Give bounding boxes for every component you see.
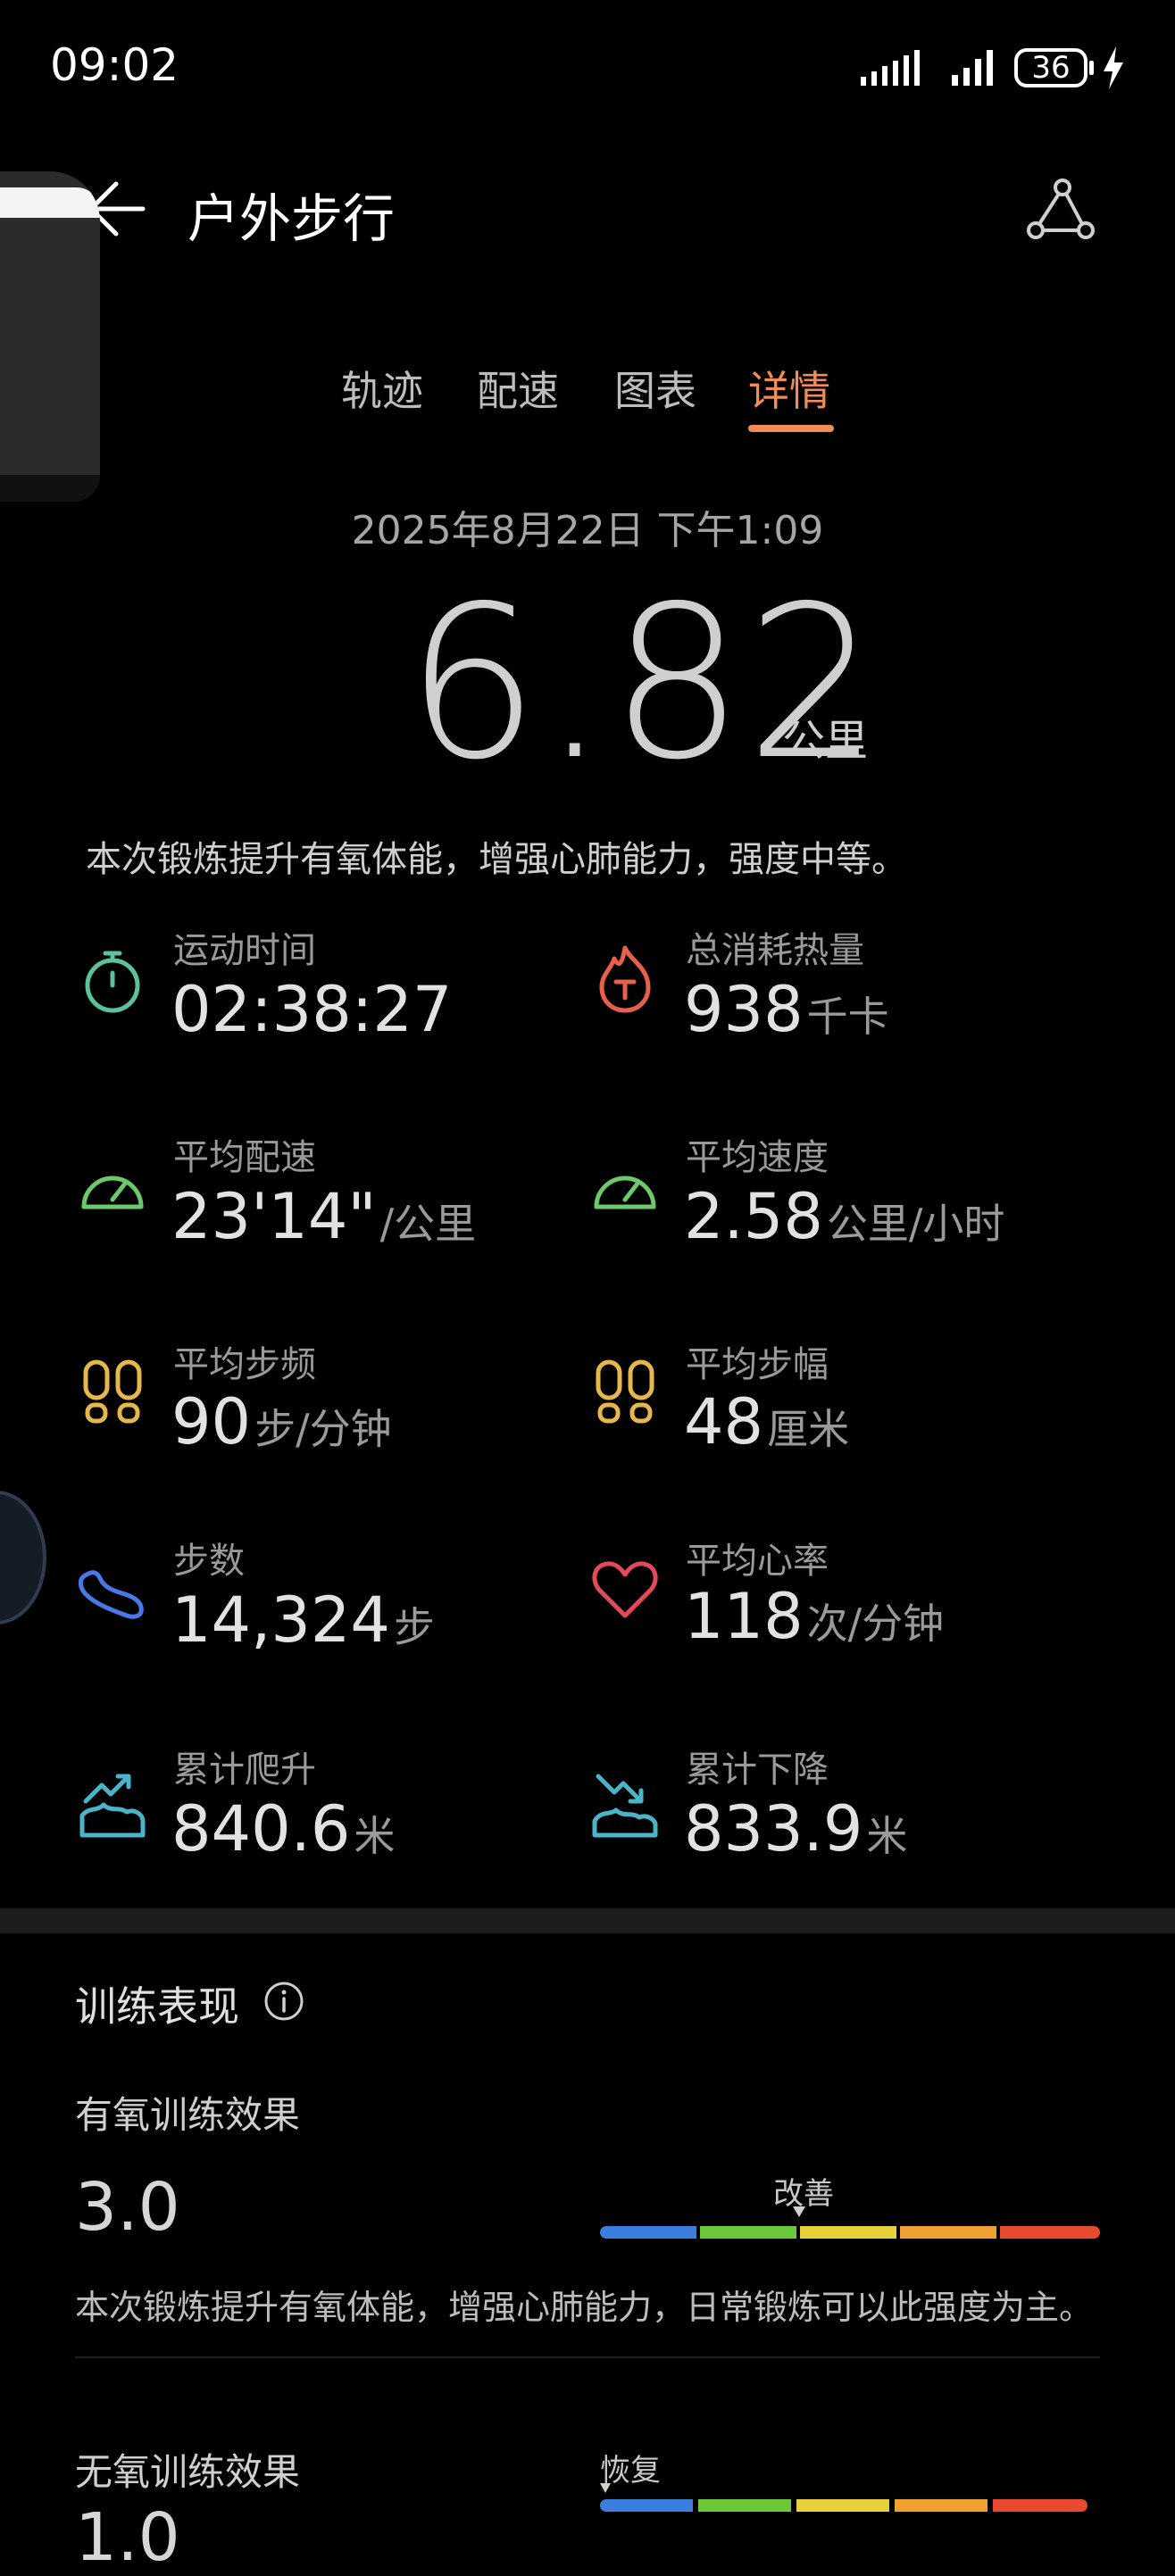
tab-pace[interactable]: 配速 bbox=[477, 359, 559, 418]
scale-segment-4 bbox=[895, 2499, 988, 2512]
info-icon[interactable] bbox=[262, 1980, 305, 2023]
metric-label: 运动时间 bbox=[173, 930, 316, 971]
aerobic-effect-description: 本次锻炼提升有氧体能，增强心肺能力，日常锻炼可以此强度为主。 bbox=[75, 2288, 1094, 2327]
scale-segment-5 bbox=[993, 2499, 1088, 2512]
anaerobic-effect-label: 无氧训练效果 bbox=[75, 2450, 301, 2494]
anaerobic-effect-scale bbox=[600, 2499, 1088, 2512]
scale-segment-5 bbox=[1000, 2226, 1100, 2239]
metric-label: 总消耗热量 bbox=[686, 930, 864, 971]
speedometer-icon bbox=[594, 1176, 656, 1209]
metric-label: 平均步频 bbox=[173, 1344, 316, 1385]
battery-tip bbox=[1089, 61, 1094, 75]
row-divider bbox=[75, 2356, 1100, 2358]
scale-segment-3 bbox=[796, 2499, 889, 2512]
metric-label: 平均步幅 bbox=[686, 1344, 829, 1385]
scale-segment-3 bbox=[800, 2226, 896, 2239]
distance-unit: 公里 bbox=[782, 716, 869, 766]
metric-label: 步数 bbox=[173, 1541, 245, 1582]
metric-value: 02:38:27 bbox=[171, 973, 453, 1046]
signal-strength-icon bbox=[861, 50, 920, 86]
metric-value: 833.9米 bbox=[684, 1792, 908, 1866]
tab-details[interactable]: 详情 bbox=[748, 359, 830, 418]
anaerobic-level-marker bbox=[600, 2483, 611, 2493]
anaerobic-effect-value: 1.0 bbox=[75, 2499, 180, 2576]
signal-strength-icon bbox=[952, 50, 993, 86]
scale-segment-1 bbox=[600, 2226, 696, 2239]
scale-segment-1 bbox=[600, 2499, 693, 2512]
floating-assistant-bubble[interactable] bbox=[0, 1491, 46, 1625]
metric-value: 938千卡 bbox=[684, 973, 889, 1046]
metric-value: 90步/分钟 bbox=[171, 1385, 392, 1458]
active-tab-indicator bbox=[748, 425, 834, 432]
metric-label: 平均配速 bbox=[173, 1137, 316, 1178]
tab-charts[interactable]: 图表 bbox=[614, 359, 696, 418]
scale-segment-2 bbox=[700, 2226, 796, 2239]
metric-label: 累计下降 bbox=[686, 1749, 829, 1791]
metric-label: 平均心率 bbox=[686, 1541, 829, 1582]
metric-label: 累计爬升 bbox=[173, 1749, 316, 1791]
scale-segment-2 bbox=[698, 2499, 791, 2512]
floating-window-toolbar bbox=[0, 187, 100, 218]
metric-value: 2.58公里/小时 bbox=[684, 1180, 1005, 1253]
floating-app-window[interactable] bbox=[0, 171, 100, 502]
speedometer-icon bbox=[81, 1176, 144, 1209]
training-performance-title: 训练表现 bbox=[75, 1982, 239, 2031]
metric-label: 平均速度 bbox=[686, 1137, 829, 1178]
status-time: 09:02 bbox=[50, 39, 179, 91]
metric-value: 14,324步 bbox=[171, 1583, 435, 1657]
metric-value: 118次/分钟 bbox=[684, 1580, 945, 1653]
descent-icon bbox=[592, 1774, 658, 1838]
footprints-icon bbox=[596, 1359, 654, 1424]
workout-date: 2025年8月22日 下午1:09 bbox=[351, 508, 824, 553]
battery-indicator: 36 bbox=[1014, 48, 1088, 87]
aerobic-effect-scale bbox=[600, 2226, 1100, 2239]
heart-icon bbox=[592, 1561, 658, 1618]
page-title: 户外步行 bbox=[188, 188, 396, 249]
scale-segment-4 bbox=[900, 2226, 996, 2239]
aerobic-effect-label: 有氧训练效果 bbox=[75, 2093, 301, 2137]
shoe-icon bbox=[78, 1570, 144, 1619]
aerobic-level-marker bbox=[793, 2206, 805, 2217]
metric-value: 840.6米 bbox=[171, 1792, 396, 1866]
footprints-icon bbox=[83, 1359, 142, 1424]
workout-summary: 本次锻炼提升有氧体能，增强心肺能力，强度中等。 bbox=[86, 839, 907, 880]
ascent-icon bbox=[79, 1774, 146, 1838]
metric-value: 48厘米 bbox=[684, 1385, 850, 1458]
flame-icon bbox=[599, 945, 651, 1013]
section-divider bbox=[0, 1908, 1175, 1933]
route-share-icon[interactable] bbox=[1023, 175, 1098, 246]
stopwatch-icon bbox=[85, 951, 140, 1013]
aerobic-effect-value: 3.0 bbox=[75, 2169, 180, 2246]
charging-icon bbox=[1104, 46, 1123, 89]
tab-track[interactable]: 轨迹 bbox=[341, 359, 423, 418]
metric-value: 23'14"/公里 bbox=[171, 1180, 477, 1253]
